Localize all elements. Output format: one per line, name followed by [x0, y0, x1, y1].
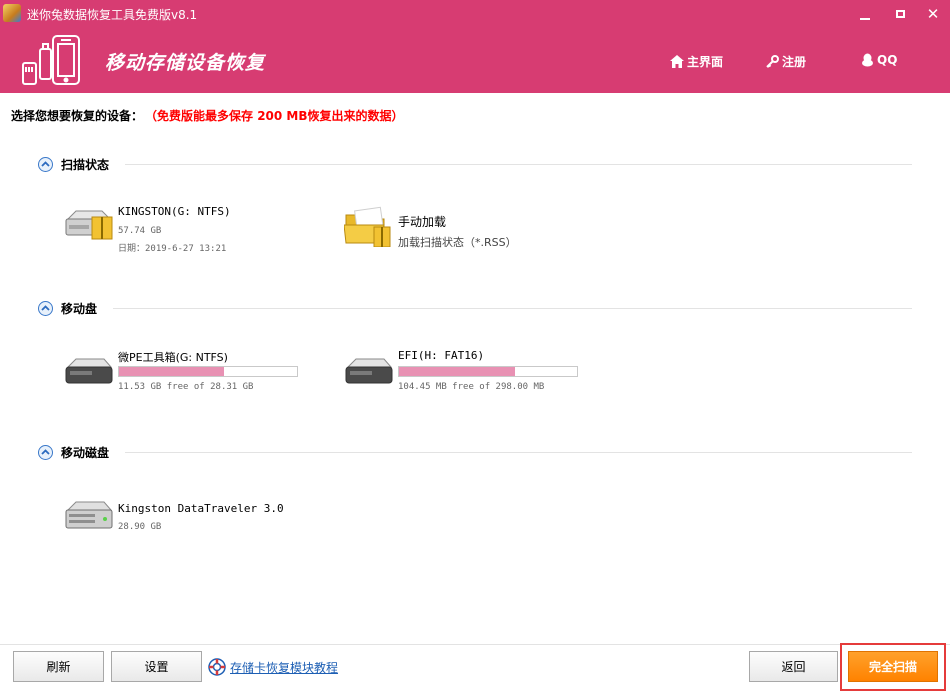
usage-bar-fill — [399, 367, 515, 376]
key-icon — [766, 55, 779, 68]
lifebuoy-icon — [208, 658, 226, 676]
nav-home-label: 主界面 — [687, 55, 724, 69]
section-divider — [125, 163, 912, 165]
usage-bar — [398, 366, 578, 377]
hard-drive-icon — [65, 210, 113, 240]
close-icon: ✕ — [926, 5, 940, 23]
free-version-warning: （免费版能最多保存 200 MB恢复出来的数据） — [151, 109, 404, 123]
manual-load-desc: 加载扫描状态（*.RSS） — [398, 236, 517, 249]
section-title: 扫描状态 — [61, 157, 110, 172]
disk-kingston-datatraveler[interactable]: Kingston DataTraveler 3.0 28.90 GB — [64, 500, 324, 536]
notice-line: 选择您想要恢复的设备： （免费版能最多保存 200 MB恢复出来的数据） — [11, 107, 404, 124]
window-title: 迷你兔数据恢复工具免费版v8.1 — [27, 8, 198, 22]
notice-label: 选择您想要恢复的设备： — [11, 109, 144, 123]
device-size: 57.74 GB — [118, 226, 162, 236]
usage-bar-fill — [119, 367, 225, 376]
section-divider — [113, 307, 912, 309]
manual-load-label: 手动加载 — [398, 215, 447, 229]
chevron-up-icon — [41, 161, 50, 167]
maximize-button[interactable] — [889, 4, 911, 24]
device-usage: 104.45 MB free of 298.00 MB — [398, 382, 545, 392]
drive-icon — [345, 358, 393, 384]
nav-qq[interactable]: QQ — [861, 53, 897, 67]
manual-load-tile[interactable]: 手动加载 加载扫描状态（*.RSS） — [344, 205, 564, 255]
device-name: EFI(H: FAT16) — [398, 349, 485, 362]
scan-state-kingston[interactable]: KINGSTON(G: NTFS) 57.74 GB 日期：2019-6-27 … — [64, 205, 284, 255]
device-usage: 11.53 GB free of 28.31 GB — [118, 382, 254, 392]
maximize-icon — [895, 10, 905, 18]
nav-register-label: 注册 — [782, 55, 807, 69]
app-logo-icon — [3, 4, 21, 22]
collapse-button[interactable] — [38, 156, 53, 172]
back-button[interactable]: 返回 — [749, 651, 838, 682]
device-name: 微PE工具箱(G: NTFS) — [118, 351, 228, 364]
chevron-up-icon — [41, 449, 50, 455]
tutorial-label: 存储卡恢复模块教程 — [230, 660, 339, 675]
section-mobile-disk: 移动磁盘 — [38, 444, 912, 460]
chevron-up-icon — [41, 305, 50, 311]
section-title: 移动盘 — [61, 301, 98, 316]
app-window: 迷你兔数据恢复工具免费版v8.1 ✕ 移动存储设备恢复 主界面 注册 QQ 选择… — [0, 0, 950, 691]
section-title: 移动磁盘 — [61, 445, 110, 460]
tutorial-link[interactable]: 存储卡恢复模块教程 — [208, 658, 338, 676]
collapse-button[interactable] — [38, 300, 53, 316]
close-button[interactable]: ✕ — [922, 4, 944, 24]
header-bar: 迷你兔数据恢复工具免费版v8.1 ✕ 移动存储设备恢复 主界面 注册 QQ — [0, 0, 950, 93]
minimize-icon — [860, 18, 870, 20]
device-name: Kingston DataTraveler 3.0 — [118, 502, 284, 515]
section-divider — [125, 451, 912, 453]
footer-divider — [0, 644, 950, 645]
mobile-storage-devices-icon — [22, 35, 80, 85]
collapse-button[interactable] — [38, 444, 53, 460]
disk-icon — [65, 501, 113, 529]
nav-qq-label: QQ — [877, 53, 898, 67]
settings-button[interactable]: 设置 — [111, 651, 202, 682]
folder-icon — [344, 206, 391, 247]
section-removable: 移动盘 — [38, 300, 912, 316]
device-name: KINGSTON(G: NTFS) — [118, 205, 231, 218]
section-scan-status: 扫描状态 — [38, 156, 912, 172]
refresh-button[interactable]: 刷新 — [13, 651, 104, 682]
page-title: 移动存储设备恢复 — [105, 52, 266, 74]
drive-icon — [65, 358, 113, 384]
drive-efi[interactable]: EFI(H: FAT16) 104.45 MB free of 298.00 M… — [344, 349, 584, 395]
device-size: 28.90 GB — [118, 522, 162, 532]
qq-penguin-icon — [862, 53, 873, 67]
drive-wepe[interactable]: 微PE工具箱(G: NTFS) 11.53 GB free of 28.31 G… — [64, 349, 304, 395]
usage-bar — [118, 366, 298, 377]
home-icon — [670, 55, 684, 68]
nav-home[interactable]: 主界面 — [670, 53, 723, 70]
full-scan-button[interactable]: 完全扫描 — [848, 651, 938, 682]
minimize-button[interactable] — [854, 4, 876, 24]
scan-date: 日期：2019-6-27 13:21 — [118, 244, 227, 254]
nav-register[interactable]: 注册 — [766, 53, 806, 70]
